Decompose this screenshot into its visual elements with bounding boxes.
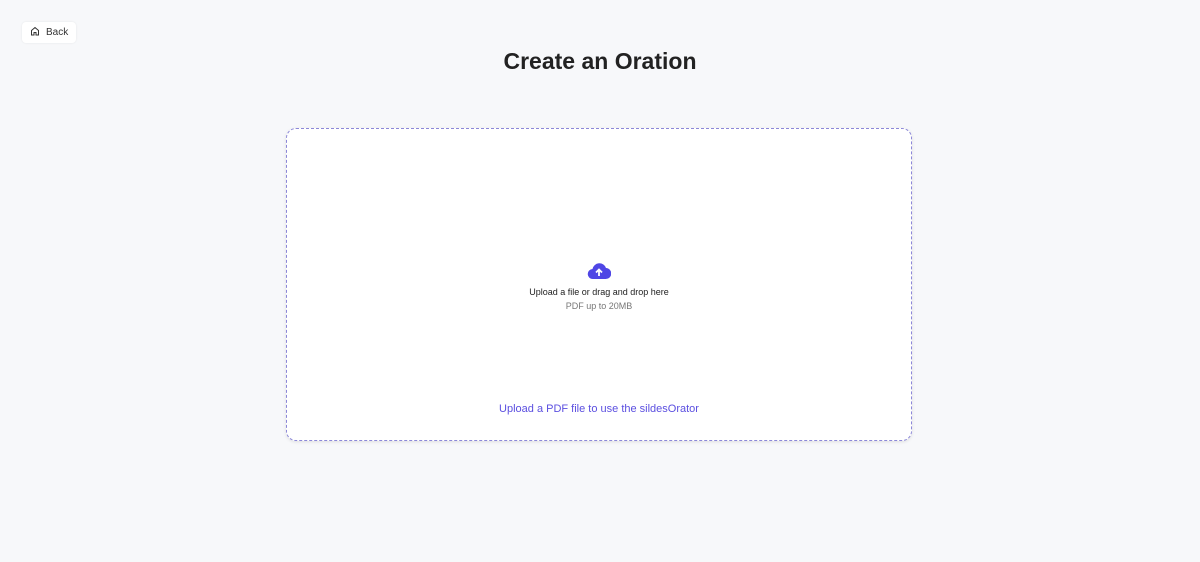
home-icon bbox=[30, 26, 40, 39]
cloud-upload-icon bbox=[587, 263, 612, 284]
back-button[interactable]: Back bbox=[22, 22, 77, 43]
upload-hint: Upload a PDF file to use the sildesOrato… bbox=[499, 403, 699, 415]
page-title: Create an Oration bbox=[503, 48, 697, 74]
upload-limit: PDF up to 20MB bbox=[565, 301, 633, 311]
file-dropzone[interactable]: Upload a file or drag and drop here PDF … bbox=[286, 128, 912, 441]
back-label: Back bbox=[46, 27, 69, 38]
upload-instructions: Upload a file or drag and drop here bbox=[529, 287, 669, 297]
